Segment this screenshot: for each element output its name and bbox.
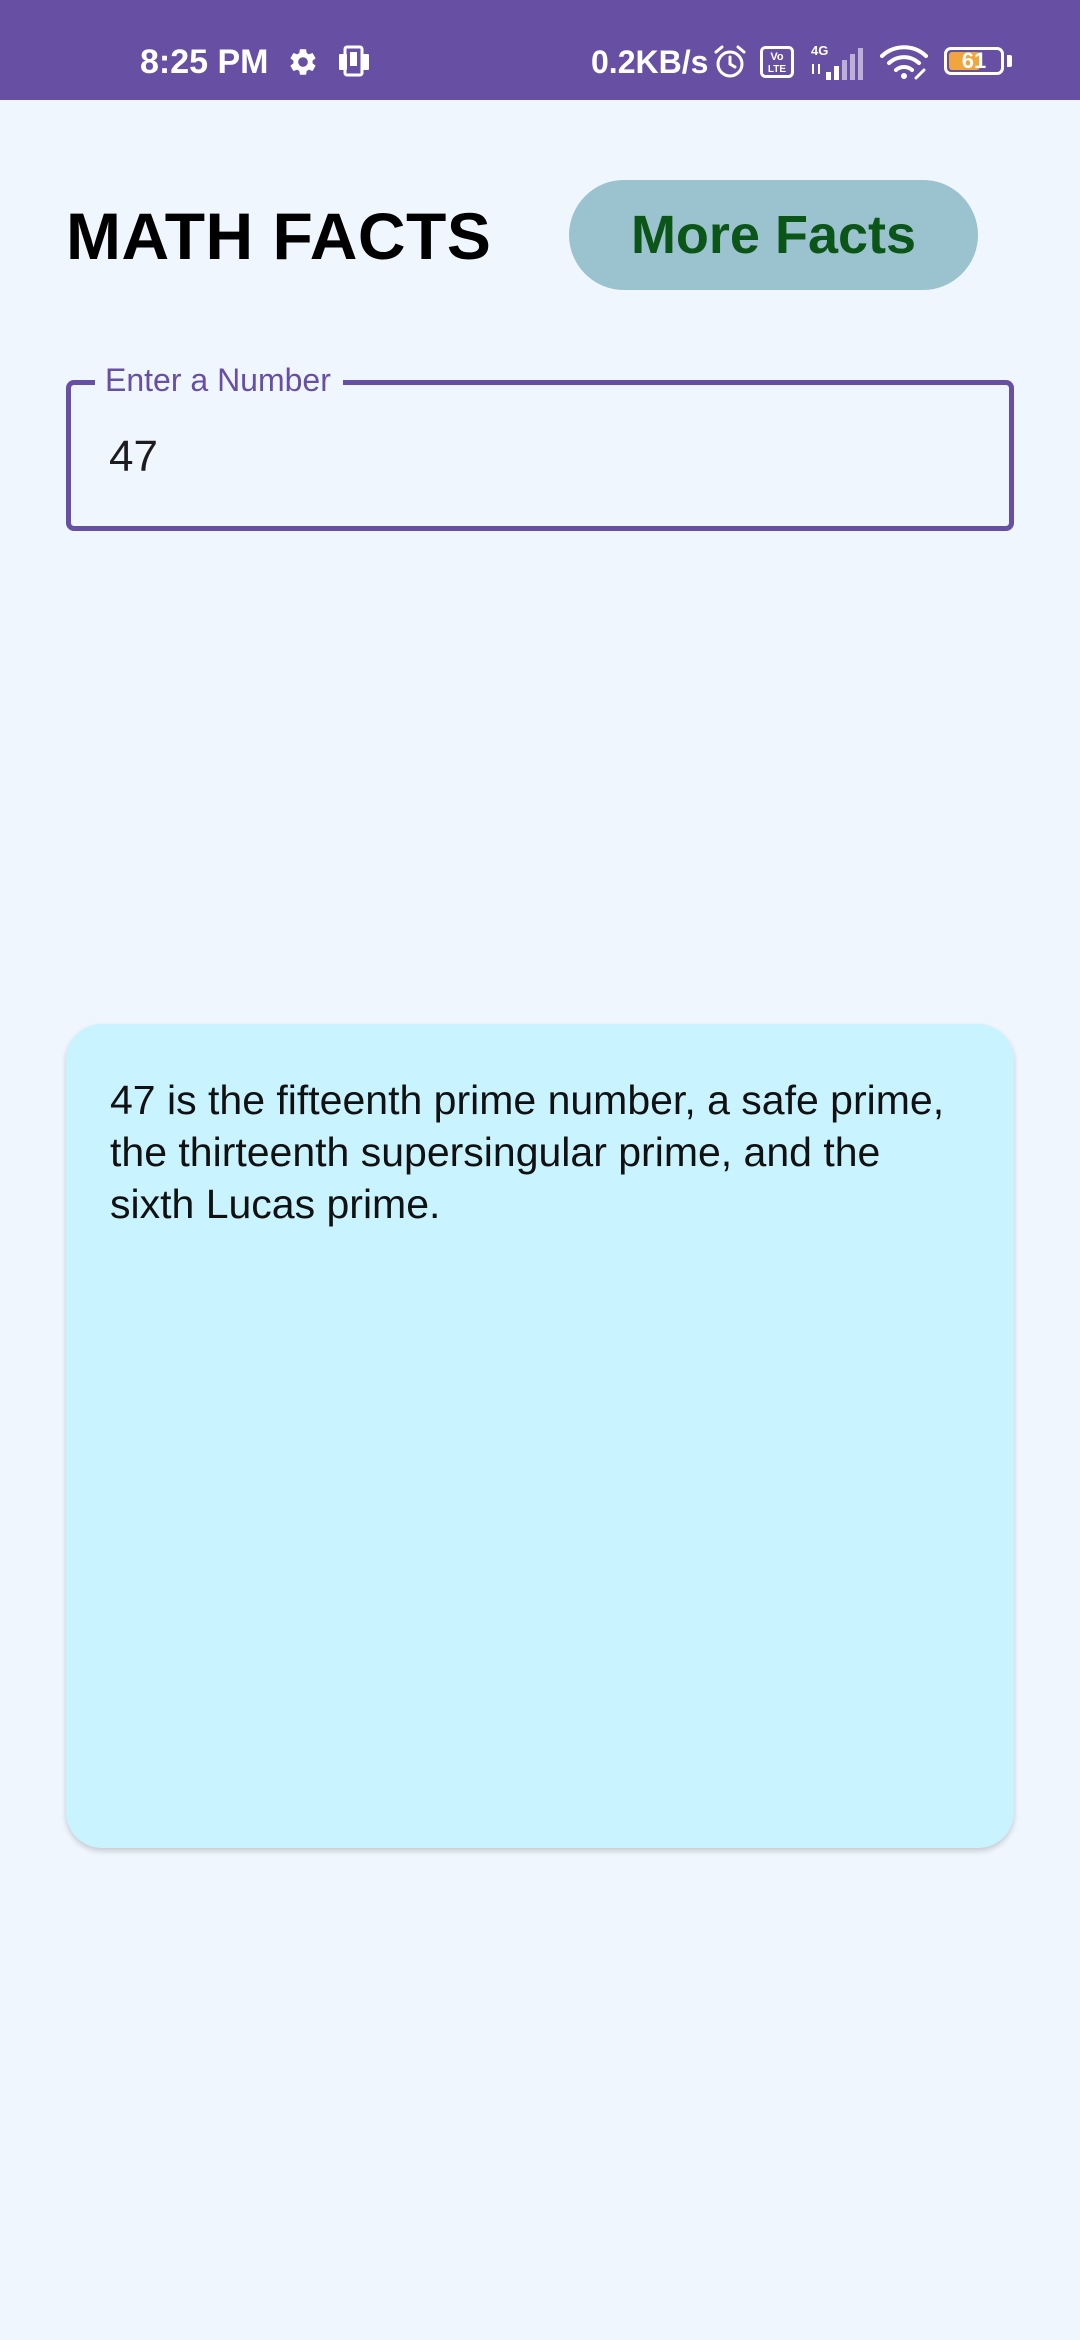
number-field[interactable]: Enter a Number (66, 360, 1014, 531)
cellular-signal-icon: 4G (811, 43, 863, 80)
battery-nub (1007, 55, 1012, 67)
svg-text:4G: 4G (811, 43, 828, 58)
number-field-label: Enter a Number (95, 360, 343, 400)
status-time: 8:25 PM (140, 43, 269, 81)
svg-text:LTE: LTE (768, 64, 786, 75)
more-facts-button[interactable]: More Facts (569, 180, 978, 290)
screen-cast-icon (339, 45, 369, 77)
volte-icon: Vo LTE (760, 46, 794, 78)
number-input[interactable] (109, 427, 969, 487)
alarm-icon (714, 45, 746, 78)
battery-level: 61 (961, 48, 987, 73)
wifi-icon (880, 45, 928, 80)
status-bar: 8:25 PM 0.2KB/s Vo LTE 4G 61 (0, 0, 1080, 100)
fact-text: 47 is the fifteenth prime number, a safe… (110, 1077, 945, 1227)
fact-card: 47 is the fifteenth prime number, a safe… (66, 1024, 1014, 1848)
svg-text:Vo: Vo (770, 51, 784, 63)
page-title: MATH FACTS (66, 199, 492, 273)
battery-icon: 61 (944, 47, 1004, 75)
network-speed: 0.2KB/s (591, 44, 709, 80)
settings-gear-icon (290, 49, 316, 75)
